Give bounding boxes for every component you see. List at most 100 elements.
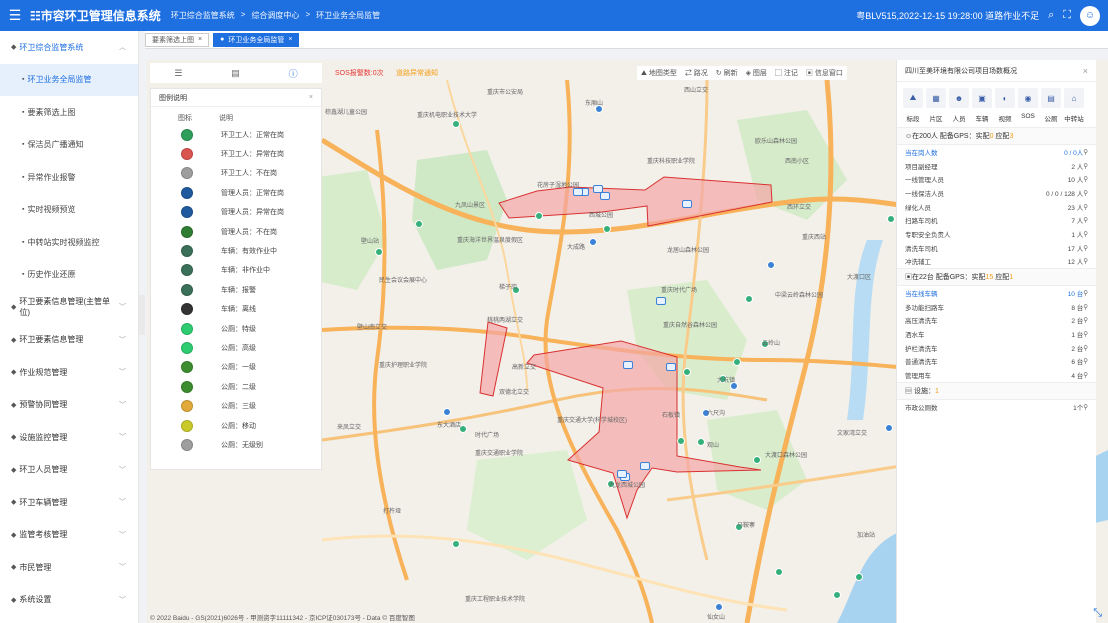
layer-button[interactable]: ◈ 图层 bbox=[746, 68, 767, 78]
location-pin-icon[interactable]: ⚲ bbox=[1083, 230, 1088, 238]
location-pin-icon[interactable]: ⚲ bbox=[1083, 203, 1088, 211]
poi-icon[interactable] bbox=[375, 248, 383, 256]
location-pin-icon[interactable]: ⚲ bbox=[1083, 289, 1088, 297]
stat-row[interactable]: 当在岗人数 0 / 0人 ⚲ bbox=[897, 145, 1096, 159]
sidebar-item[interactable]: ◆ 环卫综合监管系统 ︿ bbox=[0, 31, 138, 64]
map-type-button[interactable]: ⛰ 地图类型 bbox=[641, 68, 677, 78]
vehicle-icon[interactable] bbox=[656, 297, 666, 305]
poi-icon[interactable] bbox=[887, 215, 895, 223]
sidebar-item[interactable]: ▪ 历史作业还原 bbox=[0, 259, 138, 292]
tab-element-filter[interactable]: 要素筛选上图 × bbox=[145, 32, 210, 47]
poi-icon[interactable] bbox=[715, 603, 723, 611]
map-canvas[interactable]: 重庆市公安局 棕鑫湖儿童公园 重庆机电职业技术大学 西山立交 东厢山 欧乐山森林公园 西南小… bbox=[147, 60, 1108, 623]
location-pin-icon[interactable]: ⚲ bbox=[1083, 244, 1088, 252]
poi-icon[interactable] bbox=[733, 358, 741, 366]
search-icon[interactable]: ⌕ bbox=[1048, 9, 1054, 22]
category-icon[interactable]: ☻ bbox=[949, 88, 969, 108]
info-icon[interactable]: ⓘ bbox=[289, 67, 298, 80]
poi-icon[interactable] bbox=[833, 591, 841, 599]
poi-icon[interactable] bbox=[683, 368, 691, 376]
close-icon[interactable]: × bbox=[309, 94, 313, 101]
location-pin-icon[interactable]: ⚲ bbox=[1083, 189, 1088, 197]
stat-row[interactable]: 护栏清洗车 2 台 ⚲ bbox=[897, 341, 1096, 355]
poi-icon[interactable] bbox=[885, 424, 893, 432]
poi-icon[interactable] bbox=[697, 438, 705, 446]
sidebar-item[interactable]: ◆ 市民管理 ﹀ bbox=[0, 551, 138, 584]
avatar[interactable]: ☺ bbox=[1080, 5, 1100, 26]
stat-row[interactable]: 绿化人员 23 人 ⚲ bbox=[897, 200, 1096, 214]
poi-icon[interactable] bbox=[855, 573, 863, 581]
stat-row[interactable]: 清洗车司机 17 人 ⚲ bbox=[897, 241, 1096, 255]
sidebar-item[interactable]: ▪ 实时视频预览 bbox=[0, 194, 138, 227]
poi-icon[interactable] bbox=[775, 568, 783, 576]
close-icon[interactable]: × bbox=[1083, 66, 1088, 76]
poi-icon[interactable] bbox=[535, 212, 543, 220]
category-icon[interactable]: ⌂ bbox=[1064, 88, 1084, 108]
breadcrumb-item[interactable]: 综合调度中心 bbox=[251, 10, 299, 21]
stat-row[interactable]: 专职安全负责人 1 人 ⚲ bbox=[897, 227, 1096, 241]
stat-row[interactable]: 项目副经理 2 人 ⚲ bbox=[897, 159, 1096, 173]
poi-icon[interactable] bbox=[753, 456, 761, 464]
menu-icon[interactable]: ☰ bbox=[0, 7, 30, 24]
traffic-toggle[interactable]: ⇄ 路况 bbox=[685, 68, 708, 78]
poi-icon[interactable] bbox=[452, 120, 460, 128]
location-pin-icon[interactable]: ⚲ bbox=[1083, 316, 1088, 324]
sidebar-item[interactable]: ▪ 环卫业务全局监管 bbox=[0, 63, 138, 96]
poi-icon[interactable] bbox=[603, 225, 611, 233]
info-window-toggle[interactable]: ▣ 信息窗口 bbox=[806, 68, 843, 78]
poi-icon[interactable] bbox=[677, 437, 685, 445]
sidebar-item[interactable]: ◆ 系统设置 ﹀ bbox=[0, 584, 138, 617]
vehicle-icon[interactable] bbox=[682, 200, 692, 208]
sidebar-item[interactable]: ◆ 环卫要素信息管理 ﹀ bbox=[0, 324, 138, 357]
location-pin-icon[interactable]: ⚲ bbox=[1083, 344, 1088, 352]
close-icon[interactable]: × bbox=[288, 36, 292, 43]
poi-icon[interactable] bbox=[767, 261, 775, 269]
location-pin-icon[interactable]: ⚲ bbox=[1083, 162, 1088, 170]
location-pin-icon[interactable]: ⚲ bbox=[1083, 216, 1088, 224]
vehicle-icon[interactable] bbox=[600, 192, 610, 200]
close-icon[interactable]: × bbox=[198, 36, 202, 43]
category-icon[interactable]: ▤ bbox=[1041, 88, 1061, 108]
category-icon[interactable]: ▣ bbox=[972, 88, 992, 108]
list-icon[interactable]: ☰ bbox=[174, 68, 182, 79]
sidebar-item[interactable]: ◆ 环卫人员管理 ﹀ bbox=[0, 454, 138, 487]
vehicle-icon[interactable] bbox=[623, 361, 633, 369]
poi-icon[interactable] bbox=[452, 540, 460, 548]
sos-counter[interactable]: SOS报警数:0次 bbox=[335, 68, 384, 78]
location-pin-icon[interactable]: ⚲ bbox=[1083, 330, 1088, 338]
vehicle-icon[interactable] bbox=[640, 462, 650, 470]
stat-row[interactable]: 普通清洗车 6 台 ⚲ bbox=[897, 355, 1096, 369]
poi-icon[interactable] bbox=[589, 238, 597, 246]
sidebar-item[interactable]: ▪ 要素筛选上图 bbox=[0, 96, 138, 129]
location-pin-icon[interactable]: ⚲ bbox=[1083, 403, 1088, 411]
annotation-toggle[interactable]: ▢ 注记 bbox=[775, 68, 798, 78]
stat-row[interactable]: 高压清洗车 2 台 ⚲ bbox=[897, 314, 1096, 328]
location-pin-icon[interactable]: ⚲ bbox=[1083, 148, 1088, 156]
breadcrumb-item[interactable]: 环卫业务全局监管 bbox=[316, 10, 380, 21]
vehicle-icon[interactable] bbox=[666, 363, 676, 371]
category-icon[interactable]: ◉ bbox=[1018, 88, 1038, 108]
road-alarm-notice[interactable]: 道路异常通知 bbox=[396, 68, 438, 78]
stat-row[interactable]: 一线保洁人员 0 / 0 / 128 人 ⚲ bbox=[897, 186, 1096, 200]
tab-global-supervision[interactable]: ● 环卫业务全局监管 × bbox=[213, 32, 300, 47]
stat-row[interactable]: 洒水车 1 台 ⚲ bbox=[897, 327, 1096, 341]
vehicle-icon[interactable] bbox=[617, 470, 627, 478]
message-icon[interactable]: ▤ bbox=[231, 68, 240, 79]
stat-row[interactable]: 一线管理人员 10 人 ⚲ bbox=[897, 172, 1096, 186]
poi-icon[interactable] bbox=[415, 220, 423, 228]
poi-icon[interactable] bbox=[745, 295, 753, 303]
sidebar-item[interactable]: ◆ 监管考核管理 ﹀ bbox=[0, 519, 138, 552]
expand-icon[interactable]: ⤡ bbox=[1093, 607, 1102, 620]
sidebar-item[interactable]: ▪ 保洁员广播通知 bbox=[0, 129, 138, 162]
sidebar-item[interactable]: ◆ 环卫要素信息管理(主管单位) ﹀ bbox=[0, 291, 138, 324]
stat-row[interactable]: 扫路车司机 7 人 ⚲ bbox=[897, 213, 1096, 227]
poi-icon[interactable] bbox=[443, 408, 451, 416]
sidebar-item[interactable]: ◆ 预警协同管理 ﹀ bbox=[0, 389, 138, 422]
stat-row[interactable]: 当在线车辆 10 台 ⚲ bbox=[897, 286, 1096, 300]
category-icon[interactable]: ▦ bbox=[926, 88, 946, 108]
stat-row[interactable]: 冲洗辅工 12 人 ⚲ bbox=[897, 255, 1096, 269]
refresh-button[interactable]: ↻ 刷新 bbox=[716, 68, 738, 78]
sidebar-item[interactable]: ◆ 作业规范管理 ﹀ bbox=[0, 356, 138, 389]
location-pin-icon[interactable]: ⚲ bbox=[1083, 175, 1088, 183]
stat-row[interactable]: 市政公厕数 1个 ⚲ bbox=[897, 400, 1096, 414]
